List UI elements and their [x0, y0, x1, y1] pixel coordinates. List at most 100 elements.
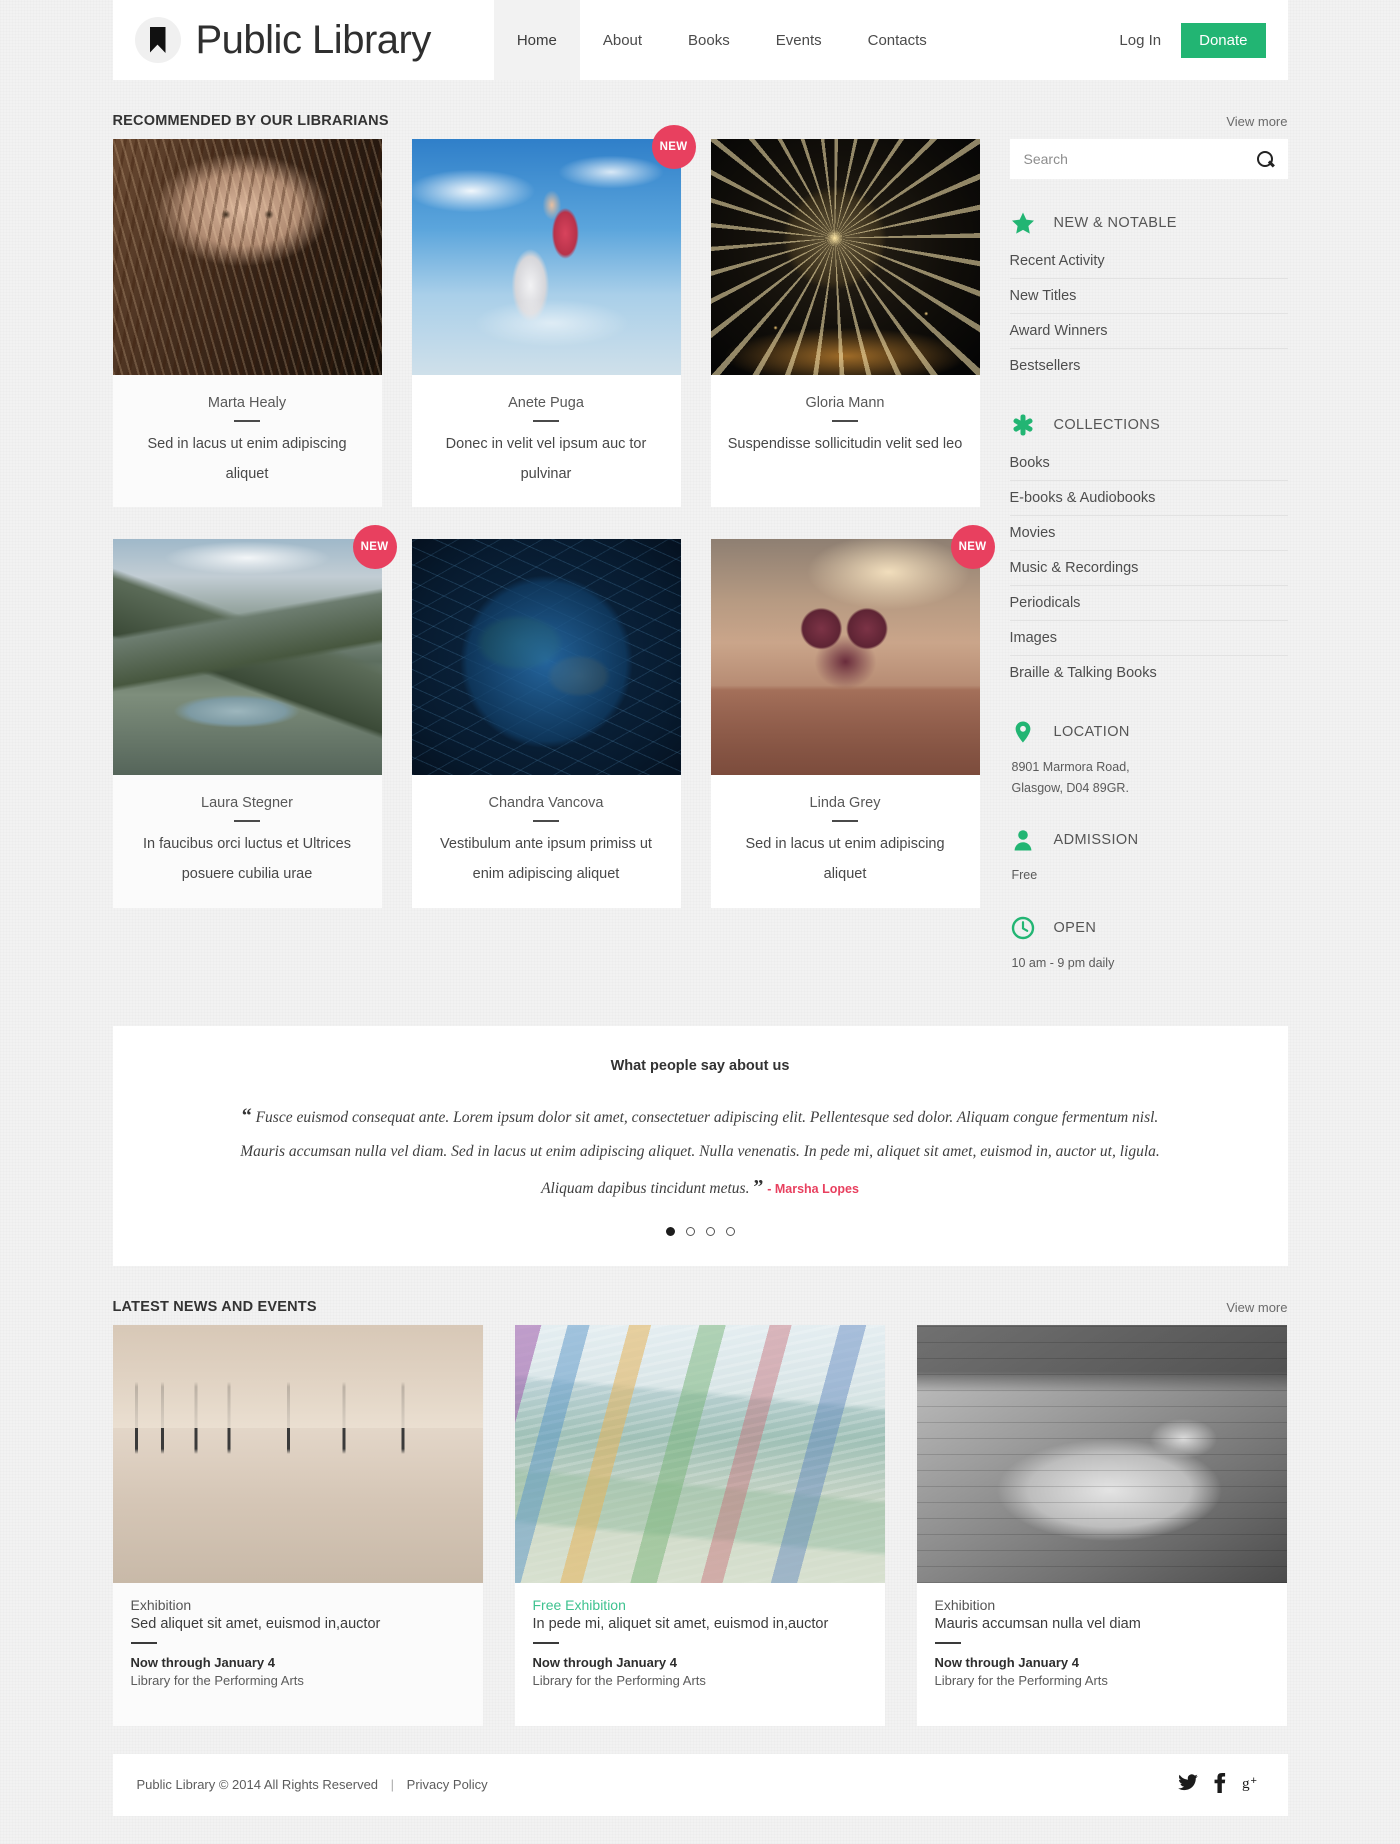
sidebar-item-movies[interactable]: Movies: [1010, 516, 1288, 550]
search-icon[interactable]: [1256, 150, 1274, 168]
login-link[interactable]: Log In: [1119, 32, 1161, 49]
book-card[interactable]: Chandra Vancova Vestibulum ante ipsum pr…: [411, 539, 681, 908]
book-card-image: [710, 539, 980, 776]
admission-title: ADMISSION: [1053, 832, 1139, 849]
site-footer: Public Library © 2014 All Rights Reserve…: [112, 1753, 1288, 1816]
nav-item-events[interactable]: Events: [753, 0, 845, 80]
person-icon: [1010, 827, 1036, 853]
news-view-more[interactable]: View more: [1226, 1300, 1287, 1315]
sidebar: NEW & NOTABLE Recent Activity New Titles…: [1009, 139, 1288, 1000]
book-card-desc: Suspendisse sollicitudin velit sed leo: [727, 436, 963, 452]
search-box[interactable]: [1009, 139, 1288, 179]
list-item[interactable]: E-books & Audiobooks: [1009, 481, 1288, 516]
admission-value: Free: [1011, 868, 1038, 883]
book-card-desc: In faucibus orci luctus et Ultrices posu…: [143, 836, 351, 883]
news-card-date: Now through January 4: [532, 1654, 677, 1670]
list-item[interactable]: Recent Activity: [1009, 244, 1288, 279]
divider: [934, 1641, 961, 1644]
book-card[interactable]: NEW Anete Puga Donec in velit vel ipsum …: [411, 125, 696, 508]
footer-spacer: [0, 1816, 1400, 1844]
admission-header: ADMISSION: [1010, 824, 1288, 853]
svg-text:+: +: [1250, 1774, 1256, 1786]
sidebar-group-header-collections: COLLECTIONS: [1010, 409, 1288, 438]
book-card-author: Laura Stegner: [201, 795, 293, 812]
sidebar-info-open: OPEN 10 am - 9 pm daily: [1010, 912, 1288, 974]
pagination-dot-1[interactable]: [665, 1226, 675, 1236]
quote-open-icon: “: [241, 1104, 252, 1127]
book-card-image: [112, 539, 382, 776]
sidebar-item-ebooks-audiobooks[interactable]: E-books & Audiobooks: [1010, 481, 1288, 515]
news-card-title: In pede mi, aliquet sit amet, euismod in…: [532, 1615, 829, 1632]
header-actions: Log In Donate: [1119, 22, 1266, 58]
book-card[interactable]: Marta Healy Sed in lacus ut enim adipisc…: [112, 139, 382, 508]
recommended-view-more[interactable]: View more: [1226, 114, 1287, 129]
book-card-author: Marta Healy: [207, 395, 287, 411]
nav-item-contacts[interactable]: Contacts: [845, 0, 950, 80]
location-title: LOCATION: [1053, 724, 1130, 740]
list-item[interactable]: Movies: [1009, 516, 1288, 551]
sidebar-list-new-notable: Recent Activity New Titles Award Winners…: [1009, 244, 1288, 383]
list-item[interactable]: New Titles: [1009, 279, 1288, 314]
nav-item-home[interactable]: Home: [493, 0, 580, 80]
sidebar-item-music-recordings[interactable]: Music & Recordings: [1010, 551, 1288, 585]
sidebar-item-periodicals[interactable]: Periodicals: [1010, 586, 1288, 620]
testimonial-author: - Marsha Lopes: [767, 1181, 859, 1196]
open-hours: 10 am - 9 pm daily: [1011, 955, 1115, 970]
list-item[interactable]: Music & Recordings: [1009, 551, 1288, 586]
news-card-body: Free Exhibition In pede mi, aliquet sit …: [515, 1583, 885, 1688]
main-content-row: Marta Healy Sed in lacus ut enim adipisc…: [112, 125, 1288, 1000]
list-item[interactable]: Periodicals: [1009, 586, 1288, 621]
sidebar-item-bestsellers[interactable]: Bestsellers: [1010, 349, 1288, 383]
sidebar-item-braille-talking-books[interactable]: Braille & Talking Books: [1010, 656, 1288, 690]
brand[interactable]: Public Library: [134, 17, 432, 63]
nav-item-books[interactable]: Books: [665, 0, 753, 80]
list-item[interactable]: Award Winners: [1009, 314, 1288, 349]
news-section-head: LATEST NEWS AND EVENTS View more: [113, 1266, 1288, 1325]
book-card[interactable]: Gloria Mann Suspendisse sollicitudin vel…: [710, 139, 980, 508]
page-root: Public Library Home About Books Events C…: [0, 0, 1400, 1844]
book-card-desc: Donec in velit vel ipsum auc tor pulvina…: [445, 436, 647, 482]
book-card[interactable]: NEW Laura Stegner In faucibus orci luctu…: [112, 525, 397, 908]
sidebar-item-books[interactable]: Books: [1010, 446, 1288, 480]
pagination-dot-2[interactable]: [685, 1226, 695, 1236]
news-card[interactable]: Exhibition Sed aliquet sit amet, euismod…: [112, 1324, 483, 1726]
googleplus-icon[interactable]: g +: [1242, 1774, 1264, 1796]
footer-legal: Public Library © 2014 All Rights Reserve…: [137, 1777, 488, 1792]
list-item[interactable]: Bestsellers: [1010, 349, 1288, 383]
book-card-image: [411, 139, 681, 375]
news-title: LATEST NEWS AND EVENTS: [112, 1298, 317, 1315]
list-item[interactable]: Images: [1009, 621, 1288, 656]
sidebar-item-recent-activity[interactable]: Recent Activity: [1010, 244, 1288, 278]
facebook-icon[interactable]: [1214, 1772, 1226, 1797]
search-input[interactable]: [1023, 151, 1257, 167]
news-card-image: [112, 1324, 483, 1583]
book-card[interactable]: NEW Linda Grey Sed in lacus ut enim adip…: [710, 525, 995, 908]
book-card-image: [710, 139, 980, 375]
pagination-dot-4[interactable]: [725, 1226, 735, 1236]
new-badge: NEW: [950, 525, 995, 570]
site-header: Public Library Home About Books Events C…: [112, 0, 1288, 80]
news-card-image: [514, 1324, 885, 1583]
testimonial-title: What people say about us: [610, 1057, 790, 1074]
book-card-author: Gloria Mann: [805, 395, 885, 411]
news-card-place: Library for the Performing Arts: [934, 1672, 1108, 1688]
sidebar-info-location: LOCATION 8901 Marmora Road, Glasgow, D04…: [1010, 716, 1288, 798]
news-card[interactable]: Free Exhibition In pede mi, aliquet sit …: [514, 1324, 885, 1726]
donate-button[interactable]: Donate: [1181, 22, 1266, 58]
news-card[interactable]: Exhibition Mauris accumsan nulla vel dia…: [916, 1324, 1287, 1726]
open-title: OPEN: [1053, 919, 1097, 936]
new-badge: NEW: [651, 125, 696, 169]
privacy-policy-link[interactable]: Privacy Policy: [407, 1777, 488, 1792]
nav-item-about[interactable]: About: [580, 0, 665, 80]
book-card-image: [112, 139, 382, 375]
map-pin-icon: [1010, 719, 1036, 745]
list-item[interactable]: Books: [1009, 446, 1288, 481]
pagination-dot-3[interactable]: [705, 1226, 715, 1236]
sidebar-item-new-titles[interactable]: New Titles: [1010, 279, 1288, 313]
brand-title: Public Library: [195, 18, 432, 62]
list-item[interactable]: Braille & Talking Books: [1010, 656, 1288, 690]
twitter-icon[interactable]: [1177, 1773, 1198, 1796]
recommended-title: RECOMMENDED BY OUR LIBRARIANS: [112, 113, 389, 129]
sidebar-item-award-winners[interactable]: Award Winners: [1010, 314, 1288, 348]
sidebar-item-images[interactable]: Images: [1010, 621, 1288, 655]
